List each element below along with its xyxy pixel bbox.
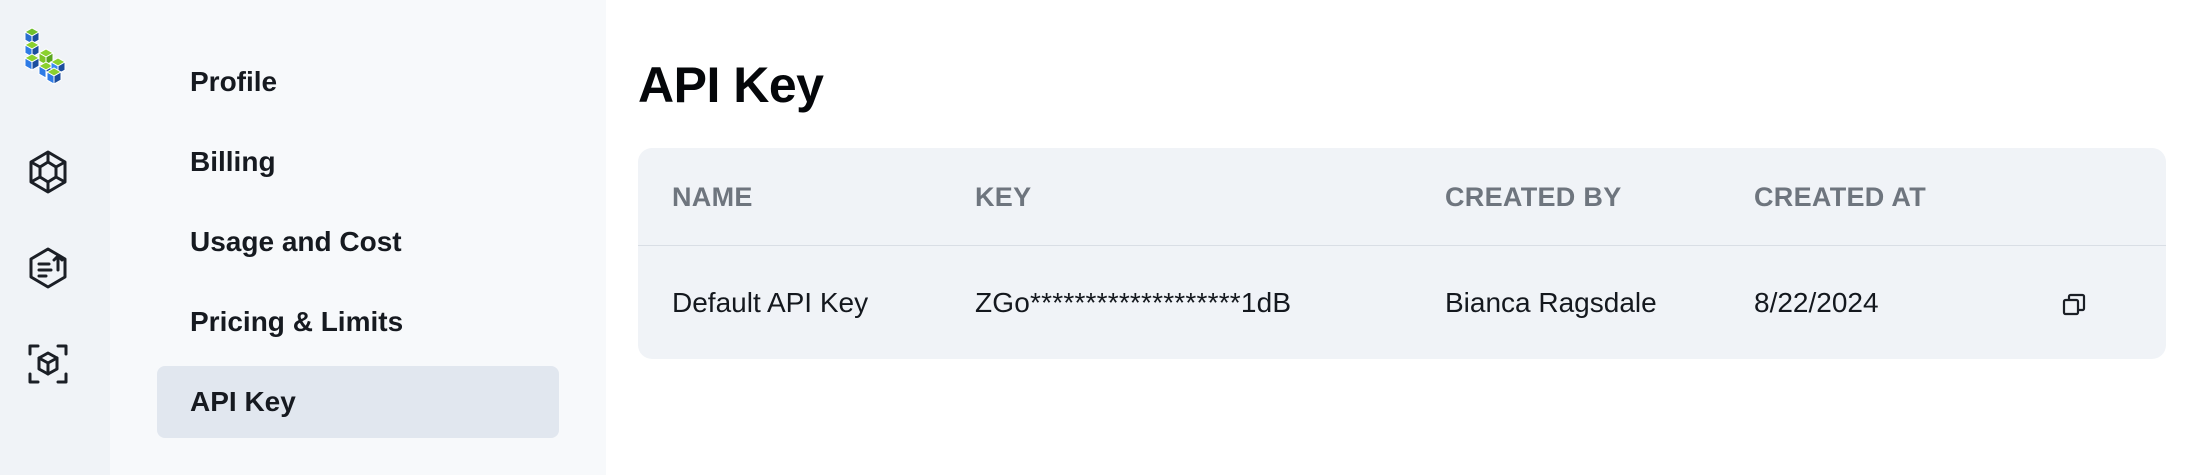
sidebar-item-label: Profile [190,66,278,97]
app-root: Profile Billing Usage and Cost Pricing &… [0,0,2207,475]
logo-icon[interactable] [21,26,77,96]
table-row: Default API Key ZGo*******************1d… [638,247,2166,359]
file-upload-icon[interactable] [22,242,74,294]
api-key-name: Default API Key [672,287,869,318]
api-key-value: ZGo*******************1dB [975,287,1292,318]
api-key-table: NAME KEY CREATED BY CREATED AT Default A… [638,148,2166,359]
sidebar-item-label: Billing [190,146,276,177]
page-title: API Key [638,57,824,113]
sidebar-item-label: Pricing & Limits [190,306,404,337]
sidebar-item-label: API Key [190,386,296,417]
column-header-name: NAME [672,182,753,212]
sidebar-item-usage-and-cost[interactable]: Usage and Cost [157,206,559,278]
sidebar-item-api-key[interactable]: API Key [157,366,559,438]
api-key-created-at: 8/22/2024 [1754,287,1879,318]
column-header-created-by: CREATED BY [1445,182,1622,212]
column-header-created-at: CREATED AT [1754,182,1926,212]
copy-icon[interactable] [2054,285,2094,325]
main-content: API Key NAME KEY CREATED BY CREATED AT D… [606,0,2207,475]
api-key-created-by: Bianca Ragsdale [1445,287,1657,318]
sidebar-item-profile[interactable]: Profile [157,46,559,118]
settings-sidebar: Profile Billing Usage and Cost Pricing &… [110,0,606,475]
hexagon-icon[interactable] [22,146,74,198]
sidebar-item-billing[interactable]: Billing [157,126,559,198]
column-header-key: KEY [975,182,1032,212]
icon-rail [0,0,110,475]
scan-cube-icon[interactable] [22,338,74,390]
sidebar-item-label: Usage and Cost [190,226,402,257]
table-header: NAME KEY CREATED BY CREATED AT [638,148,2166,246]
sidebar-item-pricing-limits[interactable]: Pricing & Limits [157,286,559,358]
